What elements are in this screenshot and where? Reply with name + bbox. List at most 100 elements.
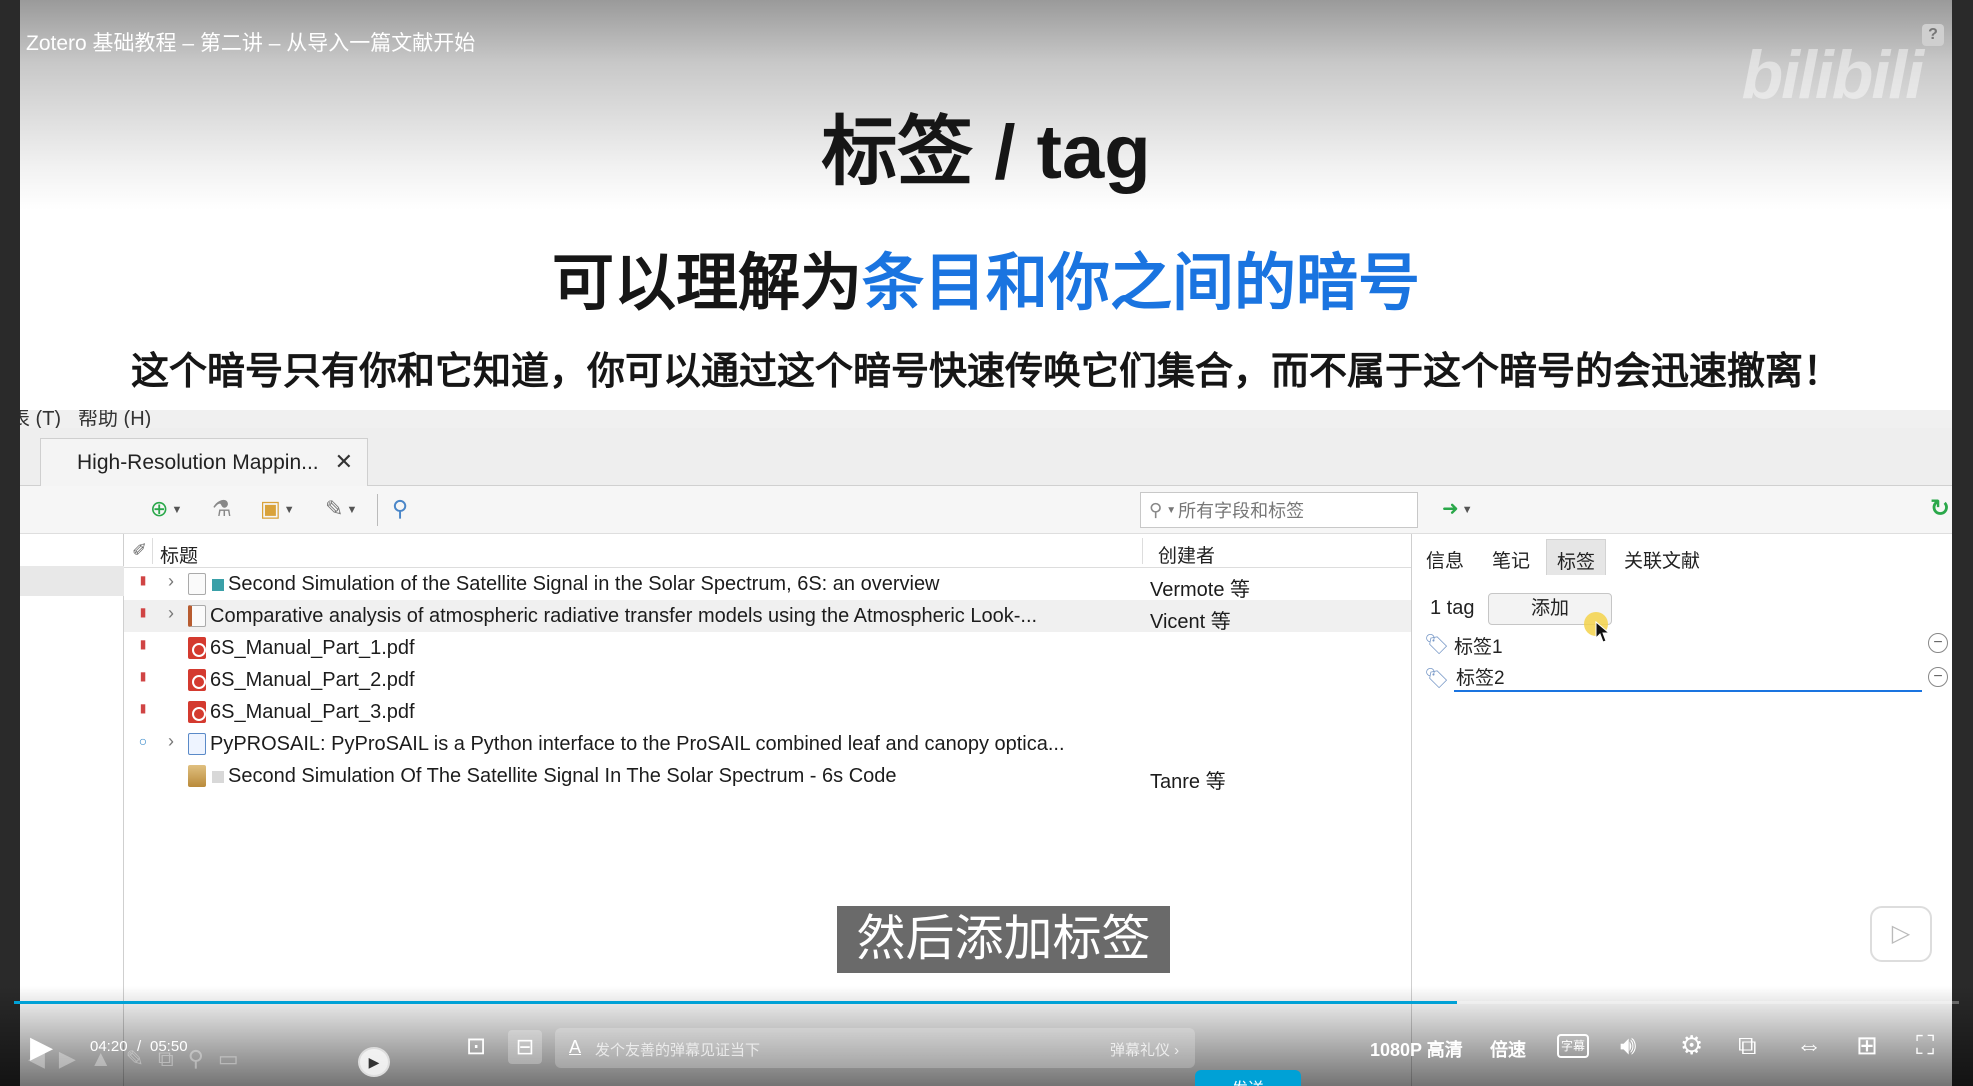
tag-row[interactable]: 🏷 标签1 − bbox=[1424, 628, 1948, 659]
replay-icon[interactable]: ▷ bbox=[1870, 906, 1932, 962]
tag-label[interactable]: 标签1 bbox=[1454, 632, 1503, 659]
tag-row-editing[interactable]: 🏷 − bbox=[1424, 662, 1948, 692]
item-title: 6S_Manual_Part_3.pdf bbox=[210, 701, 415, 723]
pdf-icon bbox=[188, 669, 206, 691]
remove-tag-icon[interactable]: − bbox=[1928, 633, 1948, 653]
table-row[interactable]: ○ › PyPROSAIL: PyProSAIL is a Python int… bbox=[124, 728, 1412, 760]
slide-body-text: 这个暗号只有你和它知道，你可以通过这个暗号快速传唤它们集合，而不属于这个暗号的会… bbox=[130, 351, 1841, 393]
web-fullscreen-icon[interactable]: ⊞ bbox=[1856, 1030, 1878, 1061]
pdf-attachment-icon[interactable]: ▮ bbox=[136, 669, 150, 687]
slide-heading: 标签 / tag bbox=[821, 110, 1151, 195]
search-icon[interactable]: ⚲ bbox=[392, 496, 408, 522]
pdf-attachment-icon[interactable]: ▮ bbox=[136, 701, 150, 719]
item-title: Second Simulation of the Satellite Signa… bbox=[228, 573, 940, 595]
tab-tags[interactable]: 标签 bbox=[1546, 539, 1607, 575]
color-tag-swatch bbox=[212, 579, 224, 591]
column-header-creator[interactable]: 创建者 bbox=[1158, 541, 1215, 568]
video-frame[interactable]: Zotero 基础教程 – 第二讲 – 从导入一篇文献开始 ? bilibili… bbox=[20, 0, 1952, 1086]
pdf-attachment-icon[interactable]: ▮ bbox=[136, 637, 150, 655]
quality-selector[interactable]: 1080P 高清 bbox=[1370, 1036, 1463, 1062]
sync-icon[interactable]: ↻ bbox=[1930, 496, 1950, 522]
tab-bar: High-Resolution Mappin... ✕ bbox=[20, 428, 1952, 486]
caption-button[interactable]: 字幕 bbox=[1557, 1034, 1589, 1058]
document-icon bbox=[188, 573, 206, 595]
danmaku-placeholder: 发个友善的弹幕见证当下 bbox=[595, 1042, 761, 1059]
tab-related[interactable]: 关联文献 bbox=[1614, 539, 1710, 575]
record-icon[interactable]: ▶ bbox=[358, 1047, 390, 1077]
danmaku-etiquette-link[interactable]: 弹幕礼仪 › bbox=[1110, 1039, 1179, 1060]
slide-subheading-highlight: 条目和你之间的暗号 bbox=[862, 249, 1421, 318]
column-divider bbox=[152, 538, 153, 564]
close-icon[interactable]: ✕ bbox=[335, 449, 353, 475]
chevron-down-icon: ▼ bbox=[171, 504, 183, 517]
table-row[interactable]: ▮ 6S_Manual_Part_3.pdf bbox=[124, 696, 1412, 728]
chevron-down-icon: ▼ bbox=[346, 504, 358, 517]
pdf-icon bbox=[188, 701, 206, 723]
table-row[interactable]: Second Simulation Of The Satellite Signa… bbox=[124, 760, 1412, 793]
remove-tag-icon[interactable]: − bbox=[1928, 667, 1948, 687]
right-edge bbox=[1952, 0, 1973, 1086]
menu-item-help[interactable]: 帮助 (H) bbox=[78, 410, 151, 428]
hand-cursor-icon bbox=[1584, 612, 1611, 643]
fullscreen-icon[interactable]: ⛶ bbox=[1916, 1030, 1934, 1062]
new-item-icon[interactable]: ⊕ ▼ bbox=[150, 496, 182, 522]
danmaku-input[interactable]: A 发个友善的弹幕见证当下 弹幕礼仪 › 发送 bbox=[555, 1028, 1301, 1086]
search-mode-chevron-icon[interactable]: ▼ bbox=[1166, 505, 1176, 516]
color-tag-swatch bbox=[212, 771, 224, 783]
help-icon[interactable]: ? bbox=[1922, 24, 1944, 46]
slide-subheading-plain: 可以理解为 bbox=[551, 249, 862, 318]
item-creator: Tanre 等 bbox=[1150, 771, 1226, 793]
pdf-attachment-icon[interactable]: ▮ bbox=[136, 605, 150, 623]
link-dot-icon[interactable]: ○ bbox=[136, 733, 150, 751]
widescreen-icon[interactable]: ⇔ bbox=[1796, 1030, 1822, 1061]
tab-notes[interactable]: 笔记 bbox=[1482, 539, 1540, 575]
tab-info[interactable]: 信息 bbox=[1416, 539, 1474, 575]
table-row[interactable]: ▮ › Comparative analysis of atmospheric … bbox=[124, 600, 1412, 633]
tag-count: 1 tag bbox=[1430, 597, 1475, 619]
pdf-icon bbox=[188, 637, 206, 659]
danmaku-style-icon[interactable]: A bbox=[569, 1037, 581, 1058]
attachment-column-icon[interactable]: ✐ bbox=[132, 540, 147, 561]
selected-collection[interactable] bbox=[20, 566, 124, 596]
chevron-down-icon: ▼ bbox=[283, 504, 295, 517]
table-row[interactable]: ▮ 6S_Manual_Part_1.pdf bbox=[124, 632, 1412, 664]
volume-icon[interactable]: 🔊︎ bbox=[1620, 1030, 1636, 1062]
menu-bar: 表 (T) 帮助 (H) bbox=[20, 410, 1952, 428]
book-icon bbox=[188, 765, 206, 787]
picture-in-picture-icon[interactable]: ⧉ bbox=[1738, 1030, 1757, 1062]
document-tab[interactable]: High-Resolution Mappin... ✕ bbox=[40, 438, 368, 486]
chevron-right-icon[interactable]: › bbox=[168, 571, 174, 592]
item-tabs: 信息 笔记 标签 关联文献 bbox=[1412, 534, 1952, 575]
chevron-right-icon[interactable]: › bbox=[168, 603, 174, 624]
menu-item-tools[interactable]: 表 (T) bbox=[20, 410, 61, 428]
table-row[interactable]: ▮ 6S_Manual_Part_2.pdf bbox=[124, 664, 1412, 696]
video-subtitle: 然后添加标签 bbox=[837, 906, 1170, 973]
slide-subheading: 可以理解为条目和你之间的暗号 bbox=[20, 232, 1952, 322]
item-title: Comparative analysis of atmospheric radi… bbox=[210, 605, 1038, 627]
webpage-icon bbox=[188, 733, 206, 755]
settings-gear-icon[interactable]: ⚙ bbox=[1680, 1030, 1703, 1061]
danmaku-toggle-icon[interactable]: ⊡ bbox=[466, 1032, 486, 1061]
magic-wand-icon[interactable]: ⚗ bbox=[212, 496, 232, 522]
zotero-window: 表 (T) 帮助 (H) High-Resolution Mappin... ✕… bbox=[20, 410, 1952, 1086]
tag-icon: 🏷 bbox=[1424, 634, 1450, 656]
new-collection-icon[interactable]: ▣ ▼ bbox=[260, 496, 295, 522]
locate-arrow-icon[interactable]: ➜ ▼ bbox=[1442, 496, 1473, 522]
send-danmaku-button[interactable]: 发送 bbox=[1195, 1070, 1301, 1086]
tag-edit-input[interactable] bbox=[1454, 662, 1922, 692]
search-placeholder: 所有字段和标签 bbox=[1178, 501, 1305, 521]
video-title: Zotero 基础教程 – 第二讲 – 从导入一篇文献开始 bbox=[26, 32, 476, 55]
danmaku-settings-icon[interactable]: ⊟ bbox=[508, 1030, 542, 1064]
table-row[interactable]: ▮ › Second Simulation of the Satellite S… bbox=[124, 568, 1412, 601]
pdf-attachment-icon[interactable]: ▮ bbox=[136, 573, 150, 591]
item-title: 6S_Manual_Part_2.pdf bbox=[210, 669, 415, 691]
column-divider bbox=[1142, 538, 1143, 564]
report-icon bbox=[188, 605, 206, 627]
attachment-icon[interactable]: ✎ ▼ bbox=[325, 496, 357, 522]
column-header-title[interactable]: 标题 bbox=[160, 541, 198, 568]
progress-bar[interactable] bbox=[14, 1001, 1959, 1004]
speed-selector[interactable]: 倍速 bbox=[1490, 1036, 1526, 1062]
chevron-right-icon[interactable]: › bbox=[168, 731, 174, 752]
item-creator: Vicent 等 bbox=[1150, 611, 1231, 633]
search-input[interactable]: ⚲ ▼ 所有字段和标签 bbox=[1140, 492, 1418, 528]
